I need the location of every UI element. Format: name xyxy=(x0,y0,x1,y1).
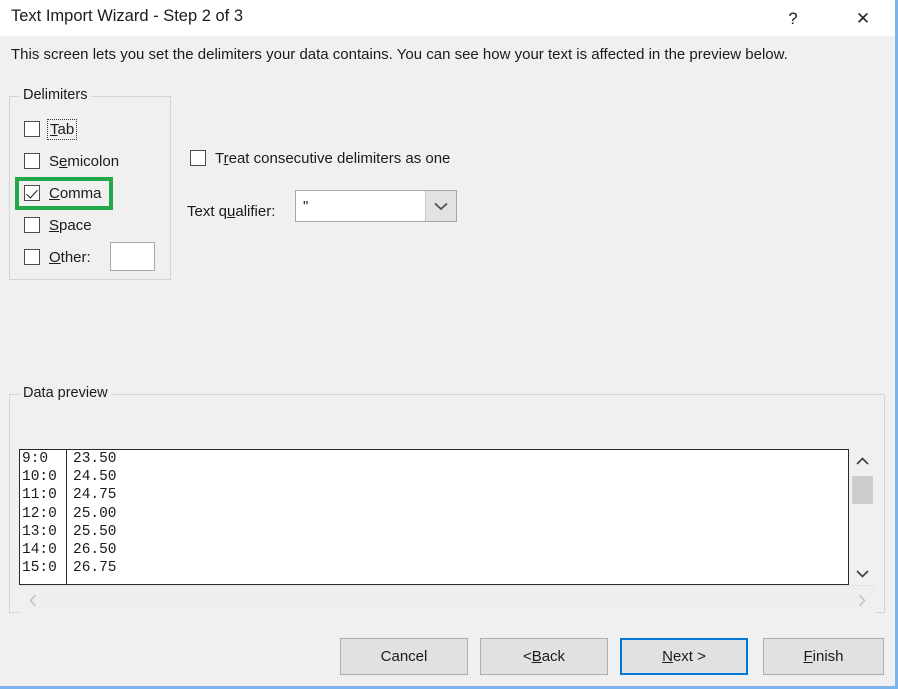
accel-char-finish: F xyxy=(803,648,812,665)
cancel-button[interactable]: Cancel xyxy=(340,638,468,675)
text-qualifier-value: " xyxy=(296,191,425,221)
preview-cell-col2: 26.50 xyxy=(67,542,117,558)
finish-button[interactable]: Finish xyxy=(763,638,884,675)
preview-cell-col1: 15:0 xyxy=(20,560,67,576)
preview-cell-col1: 12:0 xyxy=(20,506,67,522)
checkbox-label-space: Space xyxy=(49,217,92,234)
accel-char-comma: C xyxy=(49,185,60,202)
label-rest-tab: ab xyxy=(58,121,75,138)
table-row[interactable]: 12:0 25.00 xyxy=(20,505,848,523)
scroll-left-icon[interactable] xyxy=(19,586,47,614)
label-rest-treat-consecutive: eat consecutive delimiters as one xyxy=(229,150,451,167)
checkbox-row-tab[interactable]: Tab xyxy=(24,118,75,140)
title-bar: Text Import Wizard - Step 2 of 3 ? ✕ xyxy=(0,0,895,36)
instruction-band: This screen lets you set the delimiters … xyxy=(0,36,895,79)
finish-button-label: inish xyxy=(813,648,844,665)
back-button-label: ack xyxy=(542,648,565,665)
accel-char-space: S xyxy=(49,217,59,234)
checkbox-row-space[interactable]: Space xyxy=(24,214,92,236)
table-row[interactable]: 9:0 23.50 xyxy=(20,450,848,468)
preview-vertical-scrollbar[interactable] xyxy=(849,449,876,585)
table-row[interactable]: 14:0 26.50 xyxy=(20,541,848,559)
qualifier-label-pre: Text q xyxy=(187,203,227,220)
checkbox-row-other[interactable]: Other: xyxy=(24,246,91,268)
data-preview-group-label: Data preview xyxy=(19,385,112,401)
other-delimiter-input[interactable] xyxy=(110,242,155,271)
checkbox-semicolon[interactable] xyxy=(24,153,40,169)
scrollbar-thumb[interactable] xyxy=(852,476,873,504)
preview-horizontal-scrollbar[interactable] xyxy=(19,585,876,614)
accel-char-other: O xyxy=(49,249,61,266)
preview-cell-col2: 24.75 xyxy=(67,487,117,503)
checkbox-row-semicolon[interactable]: Semicolon xyxy=(24,150,119,172)
checkbox-label-treat-consecutive: Treat consecutive delimiters as one xyxy=(215,150,450,167)
checkbox-label-tab: Tab xyxy=(49,121,75,138)
preview-cell-col1: 14:0 xyxy=(20,542,67,558)
back-button[interactable]: < Back xyxy=(480,638,608,675)
preview-cell-col2: 26.75 xyxy=(67,560,117,576)
help-button[interactable]: ? xyxy=(770,0,816,36)
data-preview-grid[interactable]: 9:0 23.50 10:0 24.50 11:0 24.75 12:0 25.… xyxy=(19,449,849,585)
preview-column-separator[interactable] xyxy=(66,450,67,584)
checkbox-label-semicolon: Semicolon xyxy=(49,153,119,170)
scroll-down-icon[interactable] xyxy=(849,562,876,585)
table-row[interactable]: 15:0 26.75 xyxy=(20,559,848,577)
accel-char-tab: T xyxy=(50,121,58,138)
preview-cell-col1: 9:0 xyxy=(20,451,67,467)
text-qualifier-combobox[interactable]: " xyxy=(295,190,457,222)
accel-char-next: N xyxy=(662,648,673,665)
qualifier-label-post: alifier: xyxy=(235,203,275,220)
checkbox-comma[interactable] xyxy=(24,185,40,201)
label-rest-comma: omma xyxy=(60,185,102,202)
checkbox-space[interactable] xyxy=(24,217,40,233)
preview-cell-col2: 23.50 xyxy=(67,451,117,467)
text-qualifier-label: Text qualifier: xyxy=(187,203,275,220)
next-button[interactable]: Next > xyxy=(620,638,748,675)
preview-cell-col1: 11:0 xyxy=(20,487,67,503)
dialog-title: Text Import Wizard - Step 2 of 3 xyxy=(11,7,243,26)
next-button-label: ext > xyxy=(673,648,706,665)
scroll-right-icon[interactable] xyxy=(848,586,876,614)
label-rest-space: pace xyxy=(59,217,92,234)
scroll-up-icon[interactable] xyxy=(849,449,876,472)
preview-cell-col1: 10:0 xyxy=(20,469,67,485)
checkbox-label-comma: Comma xyxy=(49,185,102,202)
label-rest-other: ther: xyxy=(61,249,91,266)
checkbox-row-treat-consecutive[interactable]: Treat consecutive delimiters as one xyxy=(190,147,450,169)
checkbox-treat-consecutive[interactable] xyxy=(190,150,206,166)
preview-cell-col2: 24.50 xyxy=(67,469,117,485)
accel-char-back: B xyxy=(532,648,542,665)
preview-cell-col1: 13:0 xyxy=(20,524,67,540)
checkbox-label-other: Other: xyxy=(49,249,91,266)
close-button[interactable]: ✕ xyxy=(840,0,886,36)
table-row[interactable]: 11:0 24.75 xyxy=(20,486,848,504)
checkbox-other[interactable] xyxy=(24,249,40,265)
question-mark-icon: ? xyxy=(788,10,797,27)
back-button-prefix: < xyxy=(523,648,532,665)
text-import-wizard-dialog: Text Import Wizard - Step 2 of 3 ? ✕ Thi… xyxy=(0,0,898,689)
checkbox-tab[interactable] xyxy=(24,121,40,137)
cancel-button-label: Cancel xyxy=(381,648,428,665)
table-row[interactable]: 10:0 24.50 xyxy=(20,468,848,486)
preview-cell-col2: 25.00 xyxy=(67,506,117,522)
instruction-text: This screen lets you set the delimiters … xyxy=(11,46,788,63)
close-icon: ✕ xyxy=(856,10,870,27)
delimiters-group-label: Delimiters xyxy=(19,87,91,103)
table-row[interactable]: 13:0 25.50 xyxy=(20,523,848,541)
checkbox-row-comma[interactable]: Comma xyxy=(24,182,102,204)
chevron-down-icon[interactable] xyxy=(425,191,456,221)
preview-cell-col2: 25.50 xyxy=(67,524,117,540)
accel-char-semicolon: e xyxy=(59,153,67,170)
